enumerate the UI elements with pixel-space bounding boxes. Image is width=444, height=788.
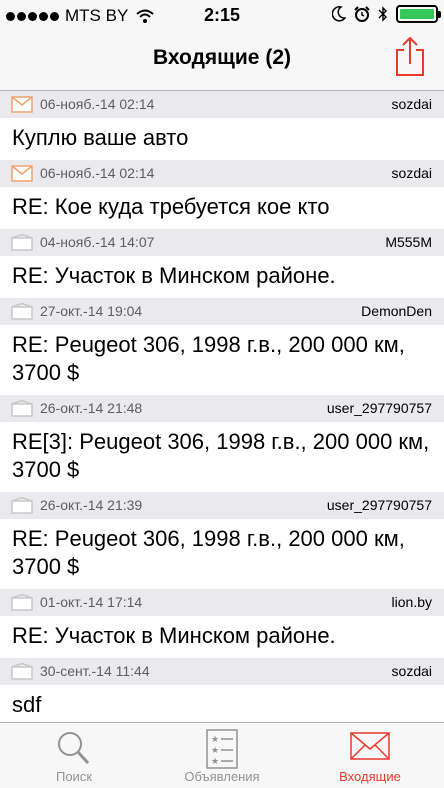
message-item[interactable]: 01-окт.-14 17:14 lion.by RE: Участок в М… [0,589,444,658]
message-item[interactable]: 04-нояб.-14 14:07 M555M RE: Участок в Ми… [0,229,444,298]
message-date: 01-окт.-14 17:14 [40,594,143,610]
message-date: 06-нояб.-14 02:14 [40,165,155,181]
navigation-bar: Входящие (2) [0,30,444,91]
envelope-closed-icon [11,165,33,182]
message-header: 30-сент.-14 11:44 sozdai [0,658,444,685]
message-header: 06-нояб.-14 02:14 sozdai [0,160,444,187]
listings-icon[interactable]: ★ ★ ★ [202,729,242,769]
tab-search[interactable]: Поиск [0,723,148,788]
message-date: 27-окт.-14 19:04 [40,303,143,319]
message-date: 26-окт.-14 21:48 [40,400,143,416]
message-header: 26-окт.-14 21:48 user_297790757 [0,395,444,422]
tab-inbox[interactable]: Входящие [296,723,444,788]
message-author: lion.by [391,594,432,610]
message-subject: sdf [12,692,42,717]
status-right [332,5,441,23]
status-bar: MTS BY 2:15 [0,0,444,30]
message-date: 30-сент.-14 11:44 [40,663,150,679]
message-author: user_297790757 [326,400,432,416]
message-header: 04-нояб.-14 14:07 M555M [0,229,444,256]
message-date: 26-окт.-14 21:39 [40,497,143,513]
battery-icon [396,5,441,23]
message-author: M555M [385,234,432,250]
svg-text:★: ★ [211,746,219,756]
message-subject: Куплю ваше авто [12,125,189,150]
message-header: 06-нояб.-14 02:14 sozdai [0,91,444,118]
message-subject: RE: Peugeot 306, 1998 г.в., 200 000 км, … [12,526,405,579]
message-subject: RE: Участок в Минском районе. [12,623,336,648]
message-item[interactable]: 26-окт.-14 21:39 user_297790757 RE: Peug… [0,492,444,589]
message-author: sozdai [391,96,432,112]
envelope-open-icon [11,303,33,320]
message-subject: RE: Кое куда требуется кое кто [12,194,330,219]
tab-search-label: Поиск [55,769,93,784]
envelope-open-icon [11,594,33,611]
message-item[interactable]: 27-окт.-14 19:04 DemonDen RE: Peugeot 30… [0,298,444,395]
message-item[interactable]: 30-сент.-14 11:44 sozdai sdf [0,658,444,723]
message-date: 06-нояб.-14 02:14 [40,96,155,112]
svg-text:★: ★ [211,735,219,745]
message-header: 27-окт.-14 19:04 DemonDen [0,298,444,325]
message-item[interactable]: 06-нояб.-14 02:14 sozdai Куплю ваше авто [0,91,444,160]
envelope-closed-icon [11,96,33,113]
message-subject: RE: Peugeot 306, 1998 г.в., 200 000 км, … [12,332,405,385]
message-item[interactable]: 06-нояб.-14 02:14 sozdai RE: Кое куда тр… [0,160,444,229]
tab-inbox-label: Входящие [339,769,401,784]
message-author: user_297790757 [326,497,432,513]
message-date: 04-нояб.-14 14:07 [40,234,155,250]
envelope-open-icon [11,497,33,514]
tab-listings[interactable]: ★ ★ ★ Объявления [148,723,296,788]
message-author: sozdai [391,663,432,679]
message-subject: RE: Участок в Минском районе. [12,263,336,288]
envelope-open-icon [11,234,33,251]
svg-text:★: ★ [211,757,219,767]
message-author: sozdai [391,165,432,181]
mail-icon[interactable] [350,731,390,761]
message-header: 26-окт.-14 21:39 user_297790757 [0,492,444,519]
envelope-open-icon [11,400,33,417]
message-author: DemonDen [361,303,432,319]
message-header: 01-окт.-14 17:14 lion.by [0,589,444,616]
tab-bar: Поиск ★ ★ ★ Объявления Входящие [0,722,444,788]
share-button[interactable] [392,34,428,78]
share-icon[interactable] [392,34,428,78]
search-icon[interactable] [54,729,94,769]
tab-listings-label: Объявления [184,769,260,784]
page-title: Входящие (2) [153,46,291,69]
bluetooth-icon [378,6,387,22]
message-list[interactable]: 06-нояб.-14 02:14 sozdai Куплю ваше авто… [0,91,444,723]
moon-icon [332,6,346,22]
envelope-open-icon [11,663,33,680]
alarm-icon [354,6,370,22]
message-item[interactable]: 26-окт.-14 21:48 user_297790757 RE[3]: P… [0,395,444,492]
message-subject: RE[3]: Peugeot 306, 1998 г.в., 200 000 к… [12,429,430,482]
